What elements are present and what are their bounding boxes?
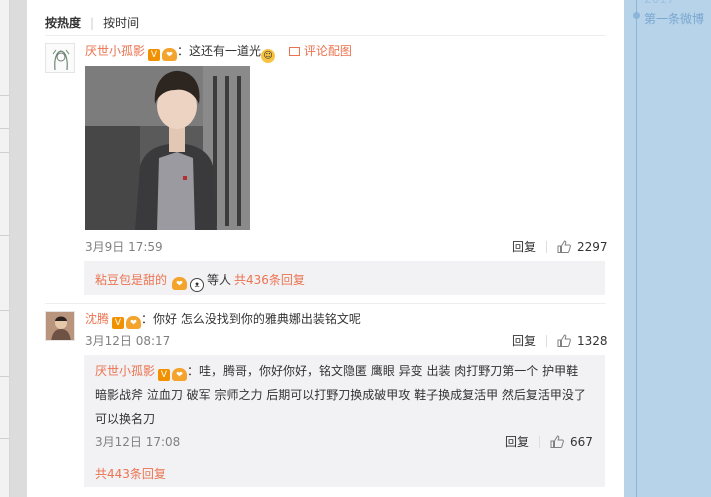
comment-actions: 回复 2297	[512, 238, 608, 255]
comment-panel: 按热度 | 按时间 厌世小孤影 V ❤ ：这还有一道光 ☺ 评论配图 3月9日 …	[27, 0, 624, 497]
sub-summary-users[interactable]: 粘豆包是甜的	[95, 273, 167, 287]
strip-divider	[0, 95, 9, 96]
action-separator	[546, 335, 548, 347]
comment-username[interactable]: 沈腾	[85, 312, 109, 326]
comment-actions: 回复 1328	[512, 332, 608, 349]
like-button[interactable]: 1328	[557, 334, 608, 348]
sub-reply-actions: 回复 667	[505, 433, 593, 450]
like-count: 1328	[577, 334, 608, 348]
right-timeline: 2017 第一条微博	[624, 0, 711, 497]
timeline-dot	[633, 12, 640, 19]
avatar-illustration-icon	[46, 312, 74, 340]
sub-reply-time: 3月12日 17:08	[95, 435, 181, 449]
comment-username[interactable]: 厌世小孤影	[85, 44, 145, 58]
left-edge-strip	[0, 0, 10, 497]
strip-divider	[0, 438, 9, 439]
sub-reply-box: 厌世小孤影 V ❤ ：哇，腾哥，你好你好，铭文隐匿 鹰眼 异变 出装 肉打野刀第一个 …	[84, 355, 605, 487]
panda-emoji-icon: ᴥ	[190, 278, 205, 292]
reply-button[interactable]: 回复	[505, 435, 529, 449]
divider	[45, 35, 606, 36]
timeline-year[interactable]: 2017	[644, 0, 675, 6]
comment-picture-label: 评论配图	[303, 44, 352, 58]
comment-photo-illustration	[85, 66, 250, 230]
divider	[45, 303, 606, 304]
vip-badge-icon: ❤	[172, 277, 188, 290]
sub-reply-username[interactable]: 厌世小孤影	[95, 364, 155, 378]
sub-reply-text-2: 暗影战斧 泣血刀 破军 宗师之力 后期可以打野刀换成破甲攻 鞋子换成复活甲 然后…	[95, 388, 586, 402]
vip-badge-icon: ❤	[126, 316, 142, 329]
vip-badge-icon: ❤	[172, 368, 188, 381]
comment-header: 厌世小孤影 V ❤ ：这还有一道光 ☺ 评论配图	[85, 42, 352, 63]
sub-summary-tail: 等人	[207, 273, 232, 287]
strip-divider	[0, 128, 9, 129]
sub-reply-text-3: 可以换名刀	[95, 412, 156, 426]
sort-bar: 按热度 | 按时间	[45, 14, 139, 31]
comment-image[interactable]	[85, 66, 250, 230]
comment-picture-link[interactable]: 评论配图	[288, 44, 352, 58]
avatar-illustration-icon	[46, 44, 74, 72]
timeline-first-weibo-link[interactable]: 第一条微博	[644, 10, 704, 27]
timeline-line	[636, 0, 637, 497]
verified-badge-icon: V	[158, 369, 171, 381]
comment-time: 3月9日 17:59	[85, 240, 163, 254]
vip-badge-icon: ❤	[162, 48, 178, 61]
comment-text: ：你好 怎么没找到你的雅典娜出装铭文呢	[141, 312, 361, 326]
sub-reply-line-1: 厌世小孤影 V ❤ ：哇，腾哥，你好你好，铭文隐匿 鹰眼 异变 出装 肉打野刀第一个 …	[95, 362, 578, 381]
thumbs-up-icon	[557, 240, 571, 253]
reply-button[interactable]: 回复	[512, 240, 536, 254]
view-all-replies-link[interactable]: 共436条回复	[234, 273, 305, 287]
comment-time: 3月12日 08:17	[85, 334, 171, 348]
comment-text: ：这还有一道光	[177, 44, 262, 58]
sub-reply-text-1: ：哇，腾哥，你好你好，铭文隐匿 鹰眼 异变 出装 肉打野刀第一个 护甲鞋	[187, 364, 579, 378]
like-button[interactable]: 2297	[557, 240, 608, 254]
strip-divider	[0, 152, 9, 153]
picture-icon	[288, 47, 300, 56]
strip-divider	[0, 310, 9, 311]
comment-header: 沈腾 V ❤ ：你好 怎么没找到你的雅典娜出装铭文呢	[85, 310, 361, 329]
like-button[interactable]: 667	[550, 435, 593, 449]
sort-by-hot-tab[interactable]: 按热度	[45, 14, 81, 31]
action-separator	[539, 436, 541, 448]
reply-button[interactable]: 回复	[512, 334, 536, 348]
sub-summary-line: 粘豆包是甜的 ❤ ᴥ 等人 共436条回复	[95, 271, 305, 292]
avatar[interactable]	[45, 311, 75, 341]
strip-divider	[0, 235, 9, 236]
grin-emoji-icon: ☺	[261, 49, 276, 63]
thumbs-up-icon	[557, 334, 571, 347]
action-separator	[546, 241, 548, 253]
like-count: 667	[570, 435, 593, 449]
thumbs-up-icon	[550, 435, 564, 448]
view-all-replies-link[interactable]: 共443条回复	[95, 465, 166, 482]
strip-divider	[0, 376, 9, 377]
like-count: 2297	[577, 240, 608, 254]
avatar[interactable]	[45, 43, 75, 73]
sort-by-time-tab[interactable]: 按时间	[103, 14, 139, 31]
sub-comment-summary: 粘豆包是甜的 ❤ ᴥ 等人 共436条回复	[84, 261, 605, 295]
verified-badge-icon: V	[148, 49, 161, 61]
sort-separator: |	[90, 15, 95, 30]
verified-badge-icon: V	[112, 317, 125, 329]
